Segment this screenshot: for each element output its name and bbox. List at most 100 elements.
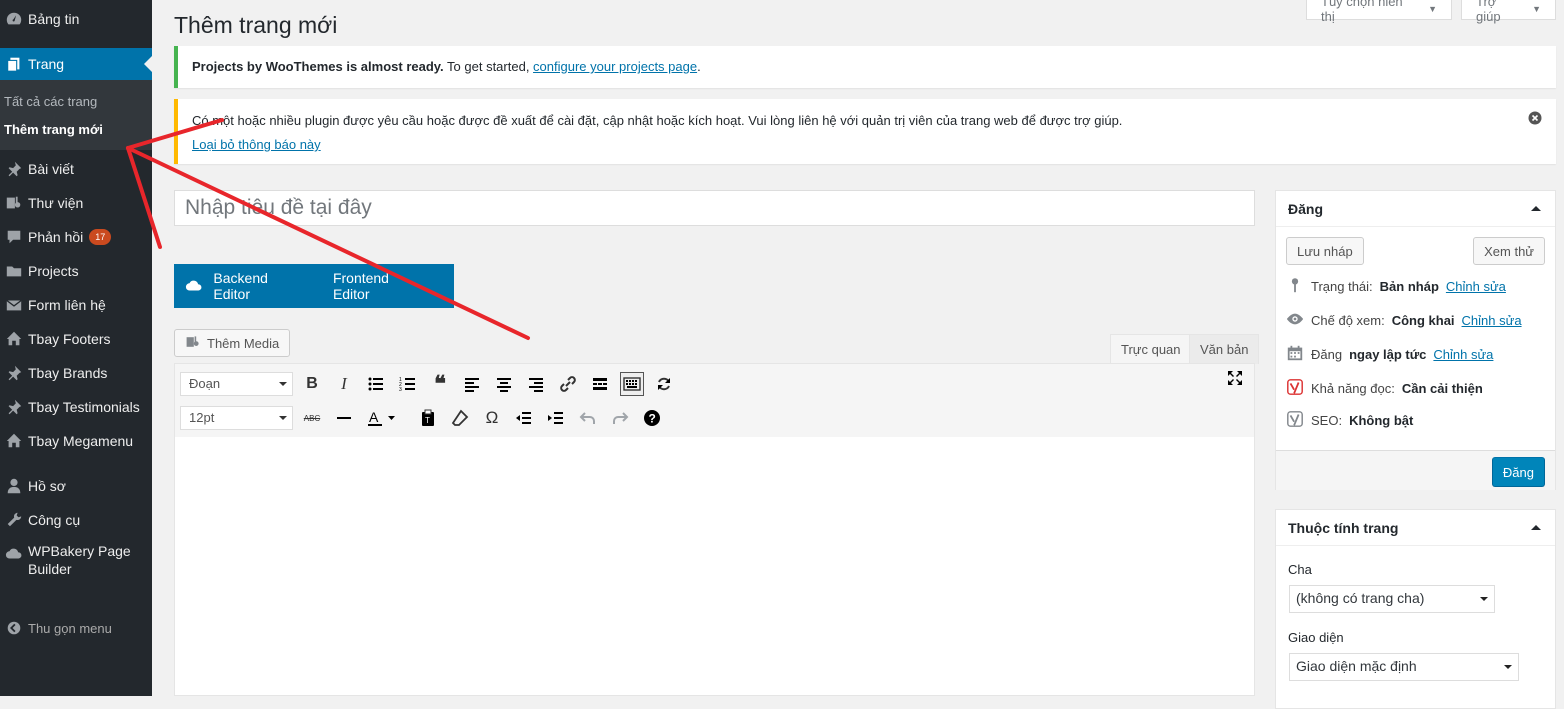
backend-editor-button[interactable]: Backend Editor (213, 270, 307, 302)
media-icon (185, 334, 201, 353)
special-character-icon[interactable]: Ω (480, 406, 504, 430)
add-media-button[interactable]: Thêm Media (174, 329, 291, 357)
seo-label: SEO: (1311, 412, 1343, 428)
collapse-arrow-icon[interactable] (1531, 206, 1541, 211)
home-icon (0, 330, 28, 348)
toolbar-toggle-icon[interactable] (620, 372, 644, 396)
page-attributes-header[interactable]: Thuộc tính trang (1276, 510, 1555, 546)
align-center-icon[interactable] (492, 372, 516, 396)
title-input[interactable]: Nhập tiêu đề tại đây (174, 190, 1255, 226)
paste-text-icon[interactable]: T (416, 406, 440, 430)
sidebar-item-pages[interactable]: Trang (0, 48, 152, 80)
tab-text[interactable]: Văn bản (1189, 334, 1260, 364)
sidebar-item-projects[interactable]: Projects (0, 255, 152, 287)
sidebar-item-label: Tbay Testimonials (28, 399, 140, 415)
sidebar-item-label: WPBakery Page Builder (28, 543, 131, 577)
sidebar-item-label: Tbay Megamenu (28, 433, 134, 449)
pin-icon (0, 398, 28, 416)
sidebar-item-profile[interactable]: Hồ sơ (0, 470, 152, 502)
bold-icon[interactable]: B (300, 372, 324, 396)
indent-icon[interactable] (544, 406, 568, 430)
link-icon[interactable] (556, 372, 580, 396)
add-media-label: Thêm Media (207, 335, 280, 351)
edit-status-link[interactable]: Chỉnh sửa (1446, 279, 1506, 294)
wrench-icon (0, 511, 28, 529)
tab-visual[interactable]: Trực quan (1110, 334, 1192, 364)
numbered-list-icon[interactable]: 123 (396, 372, 420, 396)
yoast-readability-icon (1286, 378, 1304, 399)
media-icon (0, 194, 28, 212)
close-icon[interactable] (1528, 111, 1542, 125)
content-editor-area[interactable] (174, 437, 1255, 696)
help-button[interactable]: Trợ giúp ▼ (1461, 0, 1556, 24)
undo-icon[interactable] (576, 406, 600, 430)
screen-options-button[interactable]: Tùy chọn hiển thị ▼ (1306, 0, 1452, 24)
blockquote-icon[interactable]: ❝ (428, 371, 452, 396)
preview-button[interactable]: Xem thử (1473, 237, 1545, 265)
sidebar-item-label: Phản hồi (28, 229, 84, 245)
seo-value: Không bật (1349, 412, 1414, 428)
publish-date-label: Đăng (1311, 346, 1343, 362)
pages-icon (0, 55, 28, 73)
font-size-select[interactable]: 12pt (180, 406, 293, 430)
sidebar-item-dashboard[interactable]: Bảng tin (0, 3, 152, 35)
collapse-menu-button[interactable]: Thu gọn menu (0, 612, 152, 644)
dismiss-notice-link[interactable]: Loại bỏ thông báo này (192, 137, 321, 152)
sidebar-item-comments[interactable]: Phản hồi 17 (0, 221, 152, 253)
sidebar-item-tools[interactable]: Công cụ (0, 504, 152, 536)
submenu-all-pages[interactable]: Tất cả các trang (4, 94, 97, 109)
bullet-list-icon[interactable] (364, 372, 388, 396)
horizontal-line-icon[interactable] (332, 406, 356, 430)
edit-visibility-link[interactable]: Chỉnh sửa (1462, 313, 1522, 328)
strikethrough-icon[interactable]: ABC (300, 406, 324, 430)
publish-actions: Đăng (1276, 450, 1555, 490)
publish-box-header[interactable]: Đăng (1276, 191, 1555, 227)
fullscreen-icon[interactable] (1223, 366, 1247, 390)
text-color-icon[interactable]: A (364, 406, 400, 430)
edit-date-link[interactable]: Chỉnh sửa (1433, 347, 1493, 362)
cloud-icon (0, 545, 28, 563)
admin-sidebar: Bảng tin Trang Tất cả các trang Thêm tra… (0, 0, 152, 696)
sidebar-item-label: Form liên hệ (28, 297, 106, 313)
pin-icon (1286, 276, 1304, 297)
sidebar-item-wpbakery[interactable]: WPBakery Page Builder (0, 542, 152, 588)
eraser-icon[interactable] (448, 406, 472, 430)
template-select[interactable]: Giao diện mặc định (1289, 653, 1519, 681)
sidebar-item-tbay-megamenu[interactable]: Tbay Megamenu (0, 425, 152, 457)
sidebar-item-contact-form[interactable]: Form liên hệ (0, 289, 152, 321)
chevron-down-icon: ▼ (1428, 3, 1437, 14)
publish-box: Đăng Lưu nháp Xem thử Trạng thái: Bản nhá… (1275, 190, 1556, 490)
align-left-icon[interactable] (460, 372, 484, 396)
publish-button[interactable]: Đăng (1491, 457, 1545, 487)
parent-select[interactable]: (không có trang cha) (1289, 585, 1495, 613)
sidebar-item-tbay-footers[interactable]: Tbay Footers (0, 323, 152, 355)
publish-date-value: ngay lập tức (1349, 346, 1427, 362)
sidebar-item-tbay-brands[interactable]: Tbay Brands (0, 357, 152, 389)
page-attributes-title: Thuộc tính trang (1288, 519, 1399, 536)
help-icon[interactable]: ? (640, 406, 664, 430)
sidebar-item-media[interactable]: Thư viện (0, 187, 152, 219)
redo-icon[interactable] (608, 406, 632, 430)
template-select-value: Giao diện mặc định (1296, 658, 1417, 674)
pin-icon (0, 160, 28, 178)
align-right-icon[interactable] (524, 372, 548, 396)
folder-icon (0, 262, 28, 280)
read-more-icon[interactable] (588, 372, 612, 396)
sidebar-item-label: Tbay Footers (28, 331, 111, 347)
configure-projects-link[interactable]: configure your projects page (533, 59, 697, 74)
template-label: Giao diện (1288, 630, 1344, 645)
svg-text:A: A (369, 409, 379, 425)
frontend-editor-button[interactable]: Frontend Editor (333, 270, 428, 302)
refresh-icon[interactable] (652, 372, 676, 396)
save-draft-button[interactable]: Lưu nháp (1286, 237, 1364, 265)
sidebar-item-posts[interactable]: Bài viết (0, 153, 152, 185)
submenu-add-new-page[interactable]: Thêm trang mới (4, 122, 103, 137)
comments-count-badge: 17 (89, 229, 112, 245)
format-select[interactable]: Đoạn (180, 372, 293, 396)
sidebar-item-tbay-testimonials[interactable]: Tbay Testimonials (0, 391, 152, 423)
italic-icon[interactable]: I (332, 372, 356, 396)
collapse-arrow-icon[interactable] (1531, 525, 1541, 530)
notice-period: . (697, 59, 701, 74)
readability-row: Khả năng đọc: Cần cải thiện (1286, 378, 1483, 398)
outdent-icon[interactable] (512, 406, 536, 430)
